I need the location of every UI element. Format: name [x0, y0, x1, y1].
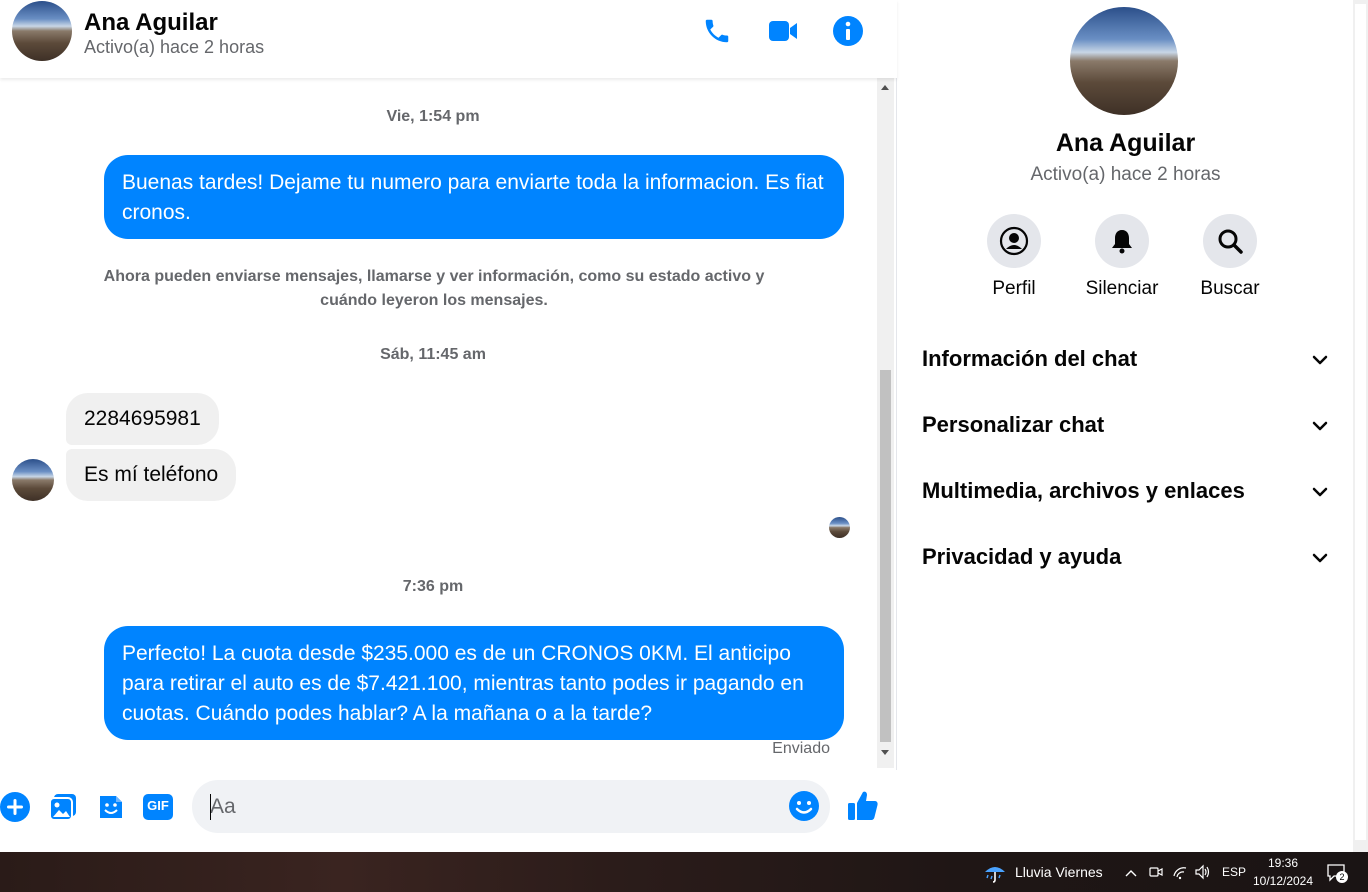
- rain-weather-icon[interactable]: [983, 860, 1007, 884]
- timestamp: Sáb, 11:45 am: [380, 346, 486, 363]
- chat-pane: Ana Aguilar Activo(a) hace 2 horas Vie, …: [0, 0, 897, 852]
- chevron-down-icon: [1312, 553, 1328, 563]
- section-label: Personalizar chat: [922, 412, 1105, 437]
- like-icon[interactable]: [846, 789, 880, 823]
- read-receipt-avatar: [829, 517, 850, 538]
- clock-time[interactable]: 19:36: [1250, 856, 1316, 870]
- taskbar: Lluvia Viernes ESP 19:36 10/12/2024 2: [0, 852, 1368, 892]
- chevron-down-icon: [1312, 421, 1328, 431]
- plus-icon[interactable]: [0, 790, 32, 824]
- emoji-icon[interactable]: [788, 790, 820, 822]
- messenger-app: Ana Aguilar Activo(a) hace 2 horas Vie, …: [0, 0, 1368, 852]
- scroll-thumb[interactable]: [880, 370, 891, 742]
- message-input[interactable]: [210, 790, 770, 824]
- chat-header: Ana Aguilar Activo(a) hace 2 horas: [0, 0, 897, 78]
- notification-count: 2: [1336, 871, 1348, 883]
- mute-label: Silenciar: [1085, 278, 1159, 299]
- section-label: Información del chat: [922, 346, 1138, 371]
- search-icon: [1203, 214, 1257, 268]
- profile-name: Ana Aguilar: [1055, 129, 1196, 157]
- outgoing-message[interactable]: Perfecto! La cuota desde $235.000 es de …: [104, 626, 844, 740]
- sent-status: Enviado: [772, 740, 830, 757]
- section-privacy-help[interactable]: Privacidad y ayuda: [922, 538, 1330, 578]
- profile-status: Activo(a) hace 2 horas: [1030, 164, 1221, 185]
- system-notice: Ahora pueden enviarse mensajes, llamarse…: [103, 268, 765, 309]
- text-cursor: [210, 794, 211, 820]
- chevron-down-icon: [1312, 355, 1328, 365]
- timestamp: 7:36 pm: [402, 578, 464, 595]
- weather-label[interactable]: Lluvia Viernes: [1015, 864, 1103, 880]
- search-button[interactable]: Buscar: [1180, 214, 1280, 300]
- profile-avatar[interactable]: [1070, 7, 1178, 115]
- message-scrollbar[interactable]: [877, 78, 894, 768]
- sender-avatar: [12, 459, 54, 501]
- side-scrollbar[interactable]: [1353, 0, 1368, 852]
- info-icon[interactable]: [831, 14, 865, 48]
- incoming-message[interactable]: 2284695981: [66, 393, 219, 445]
- gif-label: GIF: [147, 798, 169, 813]
- incoming-message[interactable]: Es mí teléfono: [66, 449, 237, 501]
- profile-icon: [987, 214, 1041, 268]
- timestamp: Vie, 1:54 pm: [386, 108, 480, 125]
- conversation-info-panel: Ana Aguilar Activo(a) hace 2 horas Perfi…: [898, 0, 1353, 852]
- volume-icon[interactable]: [1194, 864, 1212, 880]
- wifi-icon[interactable]: [1172, 864, 1188, 880]
- bell-icon: [1095, 214, 1149, 268]
- profile-button[interactable]: Perfil: [964, 214, 1064, 300]
- chevron-down-icon: [1312, 487, 1328, 497]
- chevron-up-icon[interactable]: [1124, 866, 1138, 878]
- profile-label: Perfil: [992, 278, 1036, 299]
- message-input-box[interactable]: [192, 780, 830, 833]
- contact-avatar[interactable]: [12, 1, 72, 61]
- sticker-icon[interactable]: [94, 790, 128, 824]
- section-customize-chat[interactable]: Personalizar chat: [922, 406, 1330, 446]
- meet-now-icon[interactable]: [1148, 864, 1164, 880]
- gif-icon[interactable]: GIF: [141, 790, 175, 824]
- contact-name[interactable]: Ana Aguilar: [84, 9, 218, 37]
- message-list[interactable]: Vie, 1:54 pm Buenas tardes! Dejame tu nu…: [0, 78, 877, 768]
- language-indicator[interactable]: ESP: [1222, 865, 1246, 879]
- image-icon[interactable]: [46, 790, 80, 824]
- side-scroll-thumb[interactable]: [1355, 4, 1366, 840]
- contact-status: Activo(a) hace 2 horas: [84, 37, 265, 57]
- scroll-down-icon[interactable]: [881, 750, 889, 755]
- clock-date[interactable]: 10/12/2024: [1250, 874, 1316, 888]
- mute-button[interactable]: Silenciar: [1072, 214, 1172, 300]
- phone-icon[interactable]: [700, 14, 734, 48]
- outgoing-message[interactable]: Buenas tardes! Dejame tu numero para env…: [104, 155, 844, 239]
- video-icon[interactable]: [766, 14, 800, 48]
- section-media-files-links[interactable]: Multimedia, archivos y enlaces: [922, 472, 1330, 512]
- composer: GIF: [0, 770, 897, 852]
- section-label: Privacidad y ayuda: [922, 544, 1122, 569]
- section-chat-info[interactable]: Información del chat: [922, 340, 1330, 380]
- scroll-up-icon[interactable]: [881, 85, 889, 90]
- section-label: Multimedia, archivos y enlaces: [922, 478, 1245, 503]
- notifications-icon[interactable]: 2: [1326, 862, 1348, 884]
- search-label: Buscar: [1200, 278, 1260, 299]
